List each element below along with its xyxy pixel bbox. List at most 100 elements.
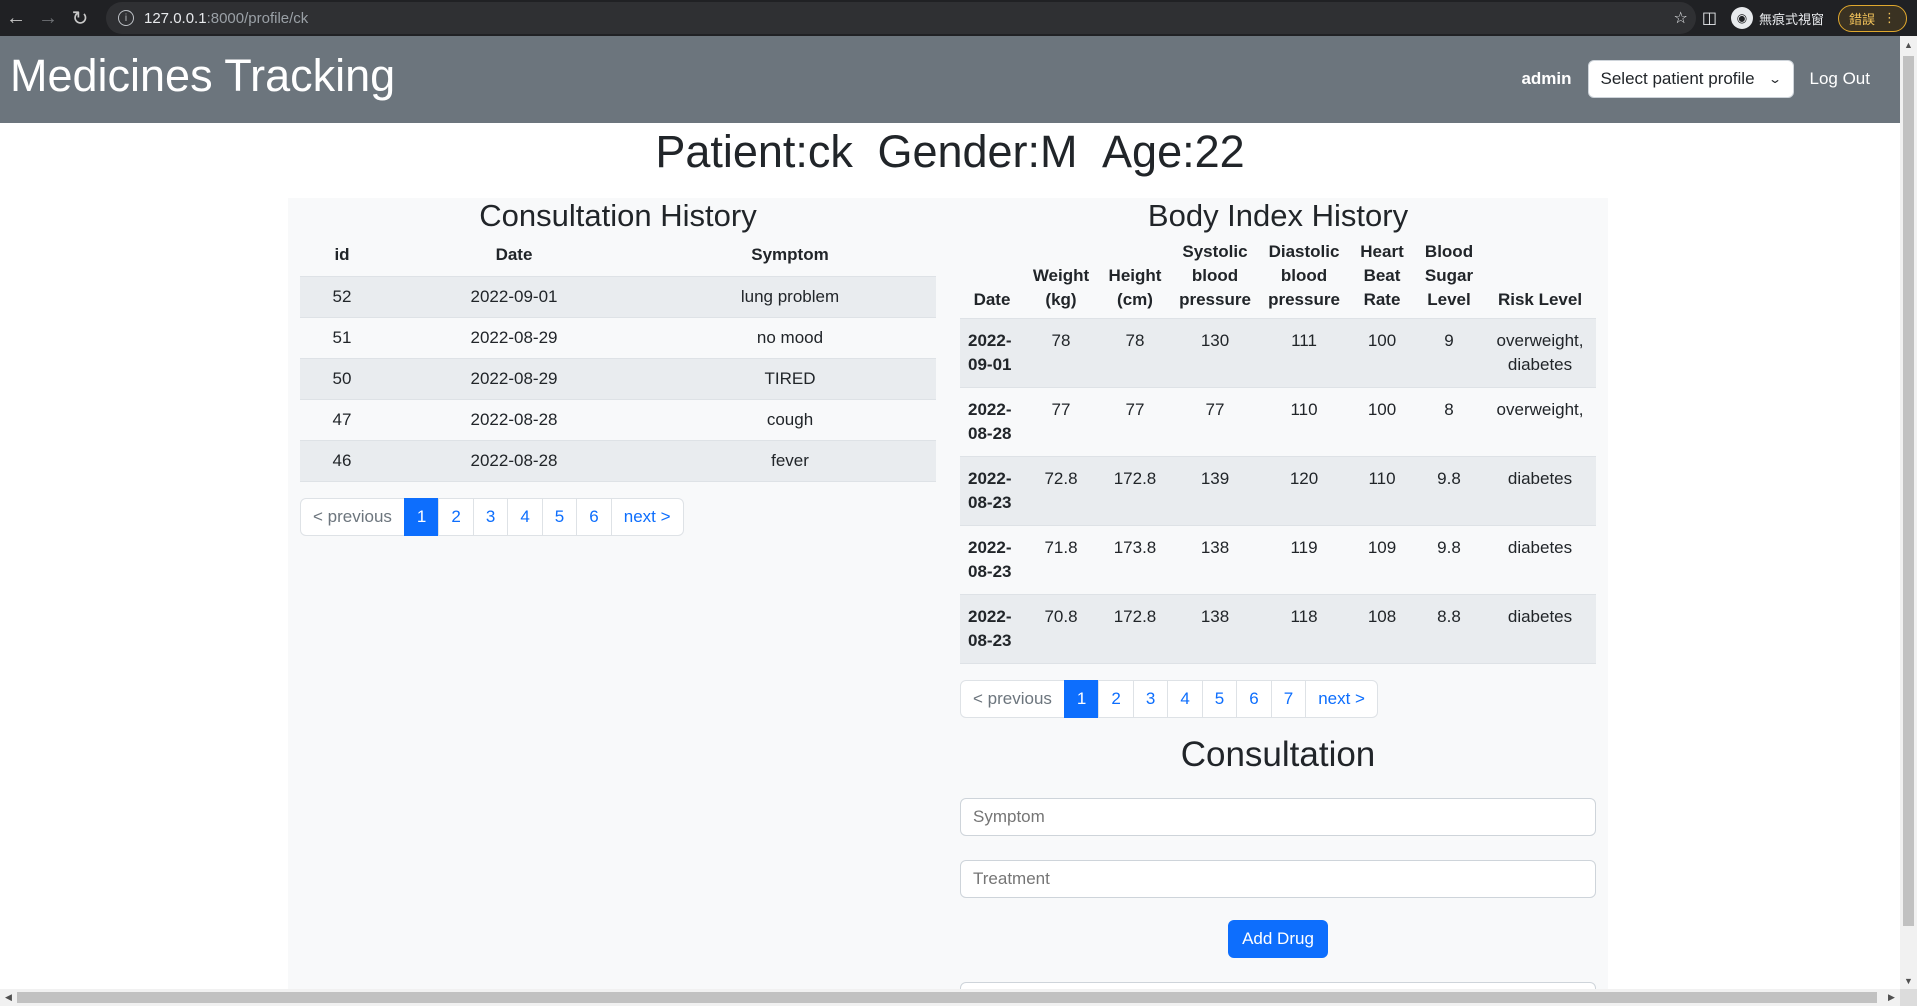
patient-name: Patient:ck <box>655 126 853 177</box>
column-header-height: Height (cm) <box>1108 266 1162 309</box>
incognito-indicator[interactable]: ◉ 無痕式視窗 <box>1730 7 1824 29</box>
scroll-left-icon[interactable]: ◀ <box>0 989 17 1006</box>
horizontal-scroll-thumb[interactable] <box>17 992 1877 1003</box>
table-row[interactable]: 2022- 08-28 77 77 77 110 100 8 overweight… <box>960 387 1596 457</box>
scroll-down-icon[interactable]: ▼ <box>1900 972 1917 989</box>
consultation-history-title: Consultation History <box>479 198 757 233</box>
cell-diastolic: 110 <box>1258 387 1350 457</box>
site-info-icon[interactable]: i <box>118 10 134 26</box>
table-row[interactable]: 46 2022-08-28 fever <box>300 439 936 482</box>
table-row[interactable]: 2022- 08-23 70.8 172.8 138 118 108 8.8 di… <box>960 594 1596 664</box>
page-link-4[interactable]: 4 <box>507 497 543 536</box>
patient-age: Age:22 <box>1102 126 1245 177</box>
consultation-pagination: < previous 1 2 3 4 5 6 next > <box>300 497 936 536</box>
body-index-history-table: Date Weight (kg) Height (cm) Systolic blood… <box>960 234 1596 664</box>
drug-input-partial[interactable] <box>960 982 1596 989</box>
cell-risk-level: diabetes <box>1484 525 1596 595</box>
username: admin <box>1521 69 1572 88</box>
cell-id: 46 <box>300 439 384 482</box>
cell-height: 77 <box>1098 387 1172 457</box>
cell-systolic: 139 <box>1172 456 1258 526</box>
page-link-6[interactable]: 6 <box>1236 680 1272 718</box>
table-row[interactable]: 50 2022-08-29 TIRED <box>300 357 936 399</box>
page-link-7[interactable]: 7 <box>1270 680 1307 718</box>
url-path: :8000/profile/ck <box>206 9 309 27</box>
address-bar[interactable]: i 127.0.0.1:8000/profile/ck <box>106 2 1696 34</box>
consultation-form-title: Consultation <box>1180 735 1376 774</box>
cell-weight: 77 <box>1024 387 1098 457</box>
cell-symptom: lung problem <box>644 275 936 317</box>
cell-heart-rate: 100 <box>1350 318 1414 388</box>
cell-id: 50 <box>300 357 384 399</box>
pagination-previous[interactable]: < previous <box>300 497 405 536</box>
table-row[interactable]: 51 2022-08-29 no mood <box>300 316 936 358</box>
cell-diastolic: 111 <box>1258 318 1350 388</box>
treatment-input[interactable] <box>960 860 1596 898</box>
logout-link[interactable]: Log Out <box>1810 69 1871 89</box>
cell-height: 173.8 <box>1098 525 1172 595</box>
page-link-2[interactable]: 2 <box>438 497 474 536</box>
back-arrow-icon[interactable]: ← <box>0 0 32 36</box>
scrollbar-corner <box>1900 989 1917 1006</box>
reload-icon[interactable]: ↻ <box>64 0 96 36</box>
add-drug-button[interactable]: Add Drug <box>1228 920 1328 958</box>
cell-heart-rate: 110 <box>1350 456 1414 526</box>
table-row[interactable]: 2022- 08-23 71.8 173.8 138 119 109 9.8 di… <box>960 525 1596 595</box>
table-row[interactable]: 2022- 08-23 72.8 172.8 139 120 110 9.8 di… <box>960 456 1596 526</box>
cell-diastolic: 119 <box>1258 525 1350 595</box>
page-link-2[interactable]: 2 <box>1098 680 1134 718</box>
cell-date: 2022-08-28 <box>384 398 644 440</box>
page-link-6[interactable]: 6 <box>576 497 612 536</box>
symptom-input[interactable] <box>960 798 1596 836</box>
table-row[interactable]: 2022- 09-01 78 78 130 111 100 9 overweigh… <box>960 318 1596 388</box>
incognito-icon: ◉ <box>1730 7 1753 29</box>
horizontal-scrollbar[interactable]: ◀ ▶ <box>0 989 1900 1006</box>
bookmark-star-icon[interactable]: ☆ <box>1674 8 1688 28</box>
column-header-date: Date <box>973 290 1011 309</box>
page-link-4[interactable]: 4 <box>1167 680 1203 718</box>
cell-blood-sugar: 8.8 <box>1414 594 1484 664</box>
pagination-next[interactable]: next > <box>1305 680 1378 718</box>
cell-date: 2022-09-01 <box>384 275 644 317</box>
body-index-history-title: Body Index History <box>1147 198 1409 233</box>
brand-title[interactable]: Medicines Tracking <box>10 50 395 102</box>
page-link-1[interactable]: 1 <box>1063 680 1100 718</box>
cell-risk-level: diabetes <box>1484 594 1596 664</box>
side-panel-icon[interactable]: ◫ <box>1702 8 1717 28</box>
cell-heart-rate: 100 <box>1350 387 1414 457</box>
table-row[interactable]: 47 2022-08-28 cough <box>300 398 936 440</box>
cell-systolic: 77 <box>1172 387 1258 457</box>
cell-blood-sugar: 8 <box>1414 387 1484 457</box>
column-header-diastolic: Diastolic blood pressure <box>1268 242 1340 309</box>
table-row[interactable]: 52 2022-09-01 lung problem <box>300 275 936 317</box>
pagination-previous[interactable]: < previous <box>960 680 1065 718</box>
cell-height: 172.8 <box>1098 594 1172 664</box>
app-navbar: Medicines Tracking admin Select patient … <box>0 36 1900 123</box>
cell-blood-sugar: 9.8 <box>1414 525 1484 595</box>
table-header-row: Date Weight (kg) Height (cm) Systolic blood… <box>960 234 1596 319</box>
scroll-right-icon[interactable]: ▶ <box>1883 989 1900 1006</box>
vertical-scroll-thumb[interactable] <box>1903 56 1914 926</box>
pagination-next[interactable]: next > <box>610 497 684 536</box>
patient-profile-select[interactable]: Select patient profile ⌄ <box>1587 60 1794 98</box>
body-index-pagination: < previous 1 2 3 4 5 6 7 next > <box>960 680 1596 718</box>
patient-header: Patient:ck Gender:M Age:22 <box>0 126 1900 178</box>
column-header-risk-level: Risk Level <box>1497 290 1583 309</box>
column-header-systolic: Systolic blood pressure <box>1179 242 1251 309</box>
forward-arrow-icon[interactable]: → <box>32 0 64 36</box>
cell-systolic: 138 <box>1172 525 1258 595</box>
cell-systolic: 138 <box>1172 594 1258 664</box>
chevron-down-icon: ⌄ <box>1768 72 1783 86</box>
page-link-3[interactable]: 3 <box>472 497 509 536</box>
scroll-up-icon[interactable]: ▲ <box>1900 36 1917 53</box>
consultation-history-section: Consultation History id Date Symptom 52 … <box>300 198 936 536</box>
vertical-scrollbar[interactable]: ▲ ▼ <box>1900 36 1917 989</box>
page-link-1[interactable]: 1 <box>403 497 440 536</box>
page-link-5[interactable]: 5 <box>541 497 578 536</box>
cell-height: 78 <box>1098 318 1172 388</box>
cell-weight: 78 <box>1024 318 1098 388</box>
error-button[interactable]: 錯誤 ⋮ <box>1837 4 1907 32</box>
page-link-3[interactable]: 3 <box>1132 680 1169 718</box>
page-link-5[interactable]: 5 <box>1201 680 1238 718</box>
cell-date: 2022- 08-23 <box>960 594 1024 664</box>
